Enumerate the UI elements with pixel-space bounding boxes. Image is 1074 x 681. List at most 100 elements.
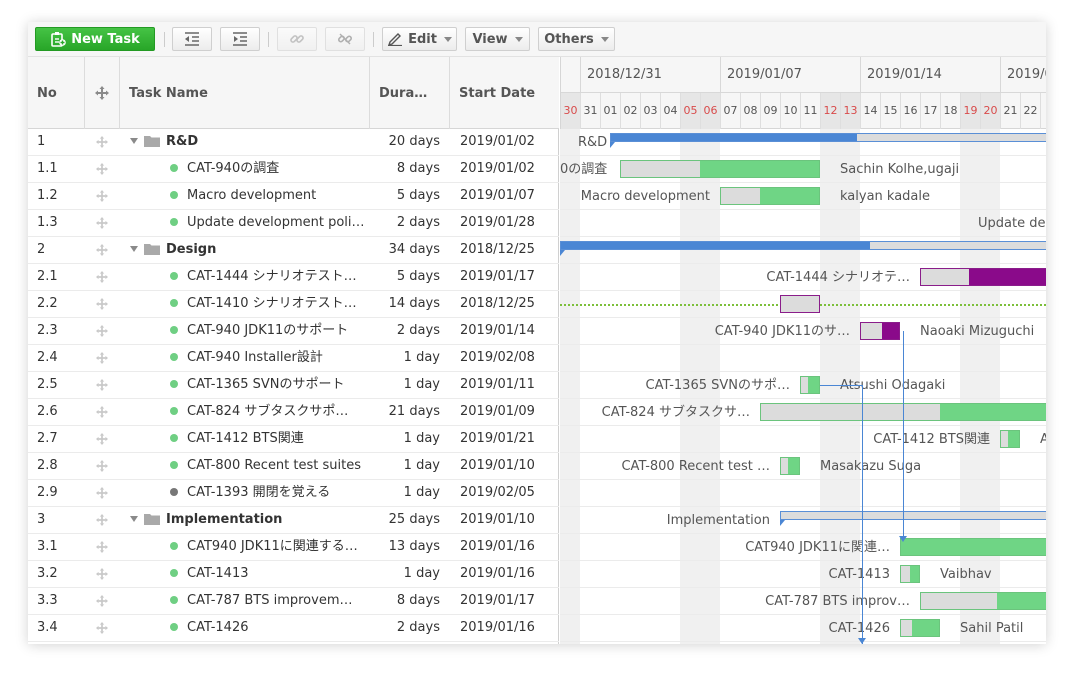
column-header-task-name[interactable]: Task Name	[120, 57, 370, 129]
task-no: 2.6	[37, 404, 58, 419]
task-bar[interactable]	[900, 538, 1046, 556]
task-row[interactable]: 2.9 CAT-1393 開閉を覚える 1 day 2019/02/05	[28, 480, 559, 507]
task-name-cell[interactable]: CAT940 JDK11に関連する…	[120, 534, 368, 560]
new-task-button[interactable]: New Task	[35, 27, 155, 51]
task-name-cell[interactable]: CAT-940 JDK11のサポート	[120, 318, 368, 344]
critical-task-bar[interactable]	[920, 268, 1046, 286]
others-menu-button[interactable]: Others	[538, 27, 615, 51]
task-row[interactable]: 2.6 CAT-824 サブタスクサポ… 21 days 2019/01/09	[28, 399, 559, 426]
task-name-cell[interactable]: CAT-787 BTS improvem…	[120, 588, 368, 614]
task-name-cell[interactable]: R&D	[120, 129, 368, 155]
task-row[interactable]: 2.3 CAT-940 JDK11のサポート 2 days 2019/01/14	[28, 318, 559, 345]
task-name-cell[interactable]: CAT-1426	[120, 615, 368, 641]
group-row[interactable]: 2 Design 34 days 2018/12/25	[28, 237, 559, 264]
collapse-toggle-icon[interactable]	[130, 138, 138, 144]
drag-handle[interactable]	[85, 372, 119, 398]
task-name-cell[interactable]: CAT-1412 BTS関連	[120, 426, 368, 452]
task-bar[interactable]	[620, 160, 820, 178]
drag-handle[interactable]	[85, 264, 119, 290]
drag-handle[interactable]	[85, 210, 119, 236]
task-row[interactable]: 2.2 CAT-1410 シナリオテスト… 14 days 2018/12/25	[28, 291, 559, 318]
task-row[interactable]: 1.1 CAT-940の調査 8 days 2019/01/02	[28, 156, 559, 183]
task-bar-progress	[901, 539, 1046, 555]
drag-handle-icon	[96, 190, 108, 202]
task-name-cell[interactable]: Design	[120, 237, 368, 263]
task-row[interactable]: 3.3 CAT-787 BTS improvem… 8 days 2019/01/17	[28, 588, 559, 615]
task-name: CAT-824 サブタスクサポ…	[187, 404, 349, 419]
task-name-cell[interactable]: CAT-940の調査	[120, 156, 368, 182]
task-name-cell[interactable]: CAT-1393 開閉を覚える	[120, 480, 368, 506]
drag-handle[interactable]	[85, 480, 119, 506]
task-start-date: 2019/01/17	[460, 269, 535, 284]
group-row[interactable]: 3 Implementation 25 days 2019/01/10	[28, 507, 559, 534]
column-header-start-date[interactable]: Start Date	[450, 57, 559, 129]
task-row[interactable]: 1.3 Update development poli… 2 days 2019/01…	[28, 210, 559, 237]
task-row[interactable]: 2.4 CAT-940 Installer設計 1 day 2019/02/08	[28, 345, 559, 372]
outdent-button[interactable]	[172, 27, 212, 51]
day-header: 14	[861, 93, 881, 129]
day-header: 01	[601, 93, 621, 129]
drag-handle[interactable]	[85, 453, 119, 479]
bar-left-label: CAT-787 BTS improv…	[765, 594, 910, 609]
task-name-cell[interactable]: Implementation	[120, 507, 368, 533]
task-name-cell[interactable]: CAT-1413	[120, 561, 368, 587]
unlink-button[interactable]	[325, 27, 365, 51]
drag-handle[interactable]	[85, 318, 119, 344]
task-name-cell[interactable]: CAT-1444 シナリオテスト…	[120, 264, 368, 290]
task-row[interactable]: 2.8 CAT-800 Recent test suites 1 day 2019/0…	[28, 453, 559, 480]
group-row[interactable]: 1 R&D 20 days 2019/01/02	[28, 129, 559, 156]
collapse-toggle-icon[interactable]	[130, 246, 138, 252]
drag-handle[interactable]	[85, 588, 119, 614]
task-row[interactable]: 2.7 CAT-1412 BTS関連 1 day 2019/01/21	[28, 426, 559, 453]
task-row[interactable]: 3.1 CAT940 JDK11に関連する… 13 days 2019/01/16	[28, 534, 559, 561]
task-name-cell[interactable]: CAT-800 Recent test suites	[120, 453, 368, 479]
task-name-cell[interactable]: Update development poli…	[120, 210, 368, 236]
task-bar[interactable]	[780, 295, 820, 313]
task-bar[interactable]	[900, 619, 940, 637]
column-header-no[interactable]: No	[28, 57, 85, 129]
task-bar[interactable]	[900, 565, 920, 583]
task-row[interactable]: 3.2 CAT-1413 1 day 2019/01/16	[28, 561, 559, 588]
group-bar[interactable]	[780, 511, 1046, 520]
drag-handle[interactable]	[85, 426, 119, 452]
link-button[interactable]	[277, 27, 317, 51]
drag-handle[interactable]	[85, 183, 119, 209]
indent-button[interactable]	[220, 27, 260, 51]
task-bar[interactable]	[800, 376, 820, 394]
drag-handle[interactable]	[85, 399, 119, 425]
task-row[interactable]: 2.1 CAT-1444 シナリオテスト… 5 days 2019/01/17	[28, 264, 559, 291]
task-name: CAT-1410 シナリオテスト…	[187, 296, 357, 311]
task-bar[interactable]	[1000, 430, 1020, 448]
drag-handle[interactable]	[85, 129, 119, 155]
group-start-marker	[780, 520, 785, 526]
drag-handle[interactable]	[85, 534, 119, 560]
task-name-cell[interactable]: CAT-824 サブタスクサポ…	[120, 399, 368, 425]
task-bar[interactable]	[920, 592, 1046, 610]
drag-handle[interactable]	[85, 291, 119, 317]
drag-handle[interactable]	[85, 345, 119, 371]
day-header: 22	[1021, 93, 1041, 129]
drag-handle[interactable]	[85, 156, 119, 182]
task-name-cell[interactable]: CAT-1365 SVNのサポート	[120, 372, 368, 398]
edit-menu-button[interactable]: Edit	[382, 27, 457, 51]
drag-handle[interactable]	[85, 237, 119, 263]
task-bar[interactable]	[720, 187, 820, 205]
group-bar[interactable]	[610, 133, 1046, 142]
task-bar[interactable]	[780, 457, 800, 475]
drag-handle-icon	[96, 136, 108, 148]
task-duration: 13 days	[388, 539, 440, 554]
column-header-duration[interactable]: Dura…	[370, 57, 450, 129]
task-row[interactable]: 2.5 CAT-1365 SVNのサポート 1 day 2019/01/11	[28, 372, 559, 399]
task-row[interactable]: 3.4 CAT-1426 2 days 2019/01/16	[28, 615, 559, 642]
critical-task-bar[interactable]	[860, 322, 900, 340]
drag-handle[interactable]	[85, 507, 119, 533]
drag-handle[interactable]	[85, 561, 119, 587]
task-name-cell[interactable]: CAT-1410 シナリオテスト…	[120, 291, 368, 317]
view-menu-button[interactable]: View	[465, 27, 530, 51]
task-row[interactable]: 1.2 Macro development 5 days 2019/01/07	[28, 183, 559, 210]
task-name-cell[interactable]: Macro development	[120, 183, 368, 209]
collapse-toggle-icon[interactable]	[130, 516, 138, 522]
drag-handle[interactable]	[85, 615, 119, 641]
group-bar[interactable]	[560, 241, 1046, 250]
task-name-cell[interactable]: CAT-940 Installer設計	[120, 345, 368, 371]
